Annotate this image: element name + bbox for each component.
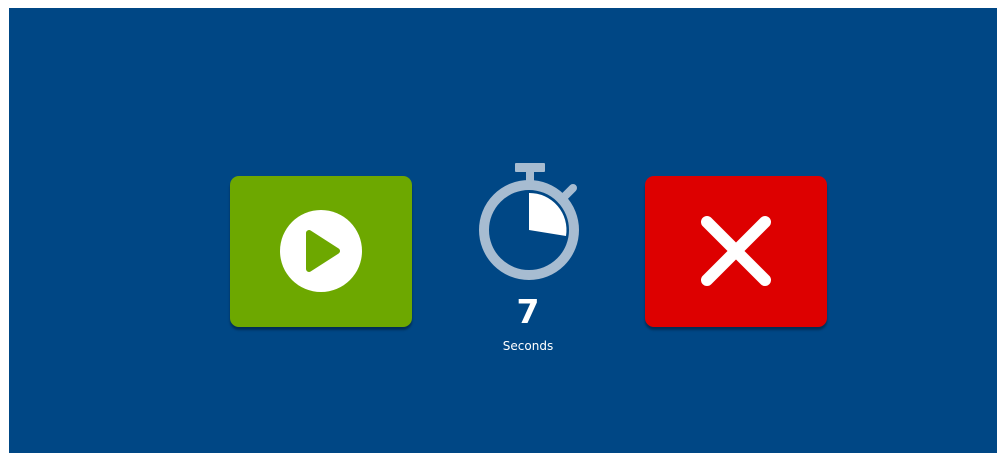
countdown-dialog: 7 Seconds xyxy=(9,8,997,453)
play-circle-icon xyxy=(280,210,362,292)
close-x-icon xyxy=(701,216,771,286)
play-button[interactable] xyxy=(230,176,412,327)
countdown-timer: 7 Seconds xyxy=(472,160,584,360)
stopwatch-icon xyxy=(479,163,579,280)
timer-value: 7 xyxy=(516,292,540,331)
timer-unit-label: Seconds xyxy=(502,339,554,353)
cancel-button[interactable] xyxy=(645,176,827,327)
